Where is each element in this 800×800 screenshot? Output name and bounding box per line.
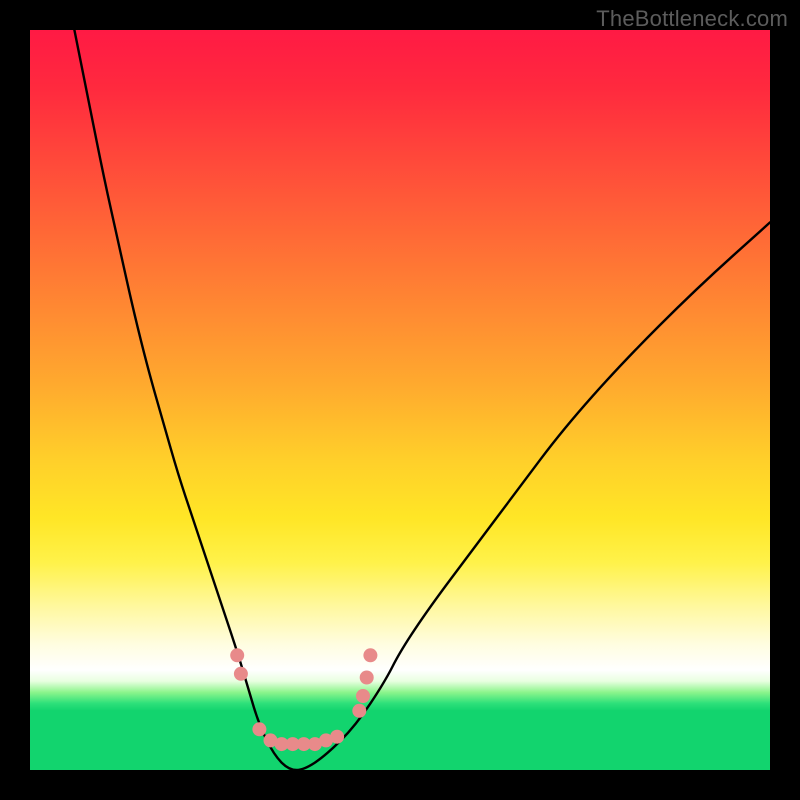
data-marker bbox=[352, 704, 366, 718]
data-marker bbox=[356, 689, 370, 703]
data-marker bbox=[252, 722, 266, 736]
data-marker bbox=[234, 667, 248, 681]
data-marker bbox=[363, 648, 377, 662]
chart-svg bbox=[30, 30, 770, 770]
plot-area bbox=[30, 30, 770, 770]
data-marker bbox=[230, 648, 244, 662]
watermark-text: TheBottleneck.com bbox=[596, 6, 788, 32]
data-marker bbox=[330, 730, 344, 744]
chart-frame: TheBottleneck.com bbox=[0, 0, 800, 800]
data-marker bbox=[360, 671, 374, 685]
v-curve bbox=[74, 30, 770, 770]
